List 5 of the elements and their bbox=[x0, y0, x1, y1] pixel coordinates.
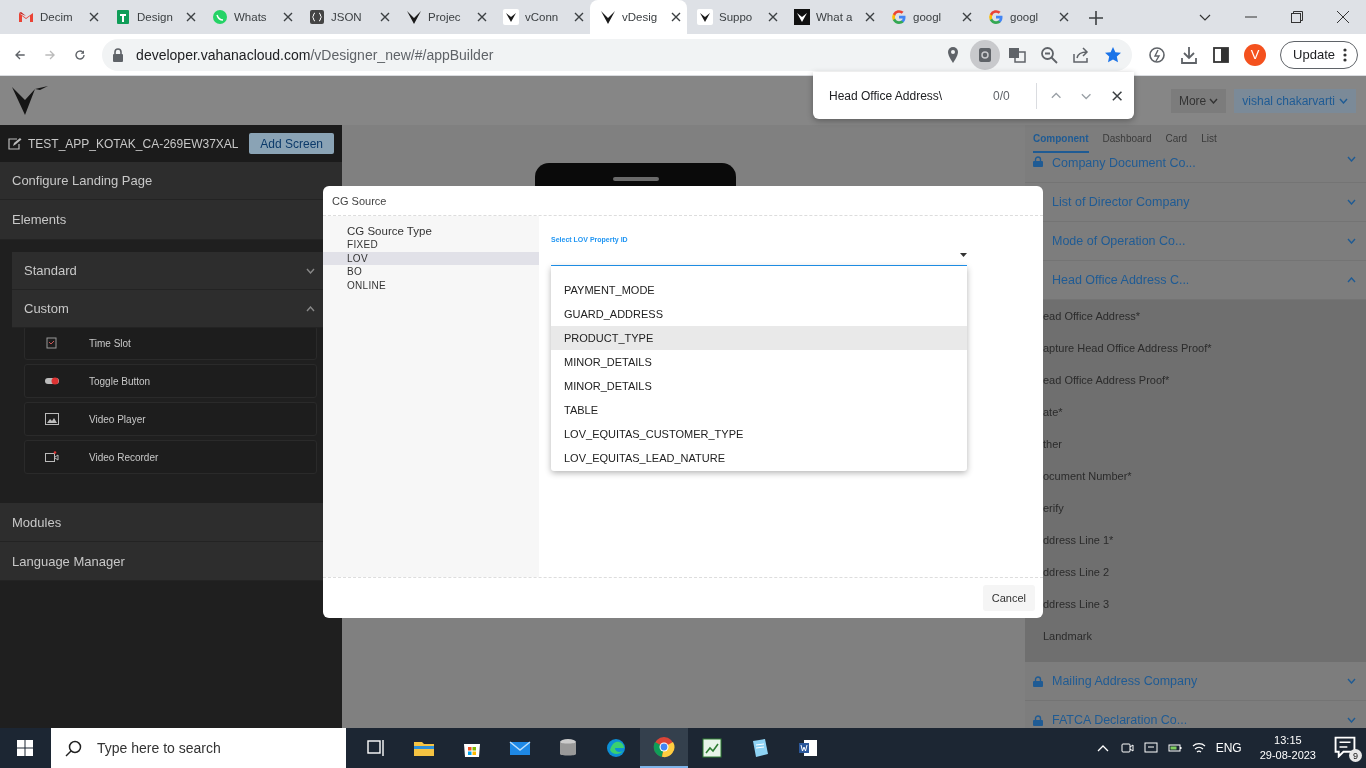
source-type-label: CG Source Type bbox=[346, 225, 433, 237]
match-count: 0/0 bbox=[993, 88, 1011, 103]
url-text: developer.vahanacloud.com/vDesigner_new/#/appBuilder bbox=[136, 46, 494, 63]
project-name: TEST_APP_KOTAK_CA-269EW37XAL bbox=[28, 136, 240, 151]
notification-count: 9 bbox=[1349, 749, 1362, 762]
